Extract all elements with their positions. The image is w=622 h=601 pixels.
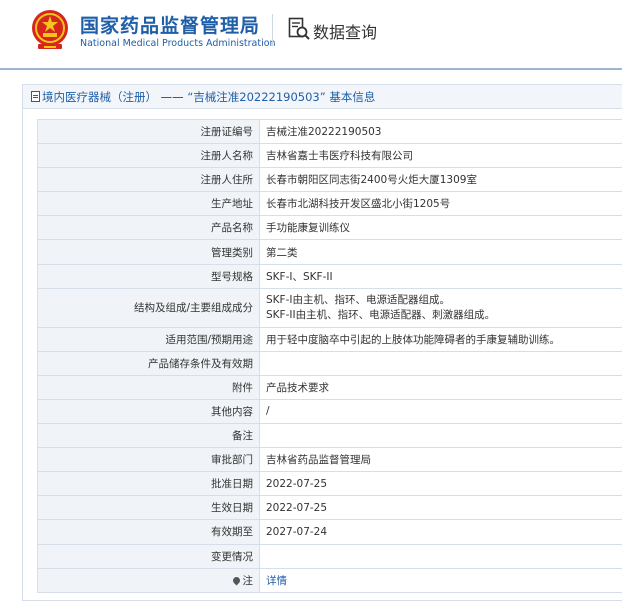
row-value: 产品技术要求 [259, 374, 622, 400]
table-row: 生效日期 2022-07-25 [37, 495, 622, 521]
row-value: 吉械注准20222190503 [259, 118, 622, 145]
row-value: / [259, 398, 622, 425]
table-row: 生产地址 长春市北湖科技开发区盛北小街1205号 [37, 191, 622, 217]
row-label: 备注 [37, 423, 260, 449]
row-value: SKF-I由主机、指环、电源适配器组成。 SKF-II由主机、指环、电源适配器、… [259, 287, 622, 328]
row-value [259, 543, 622, 569]
data-query-icon [288, 17, 310, 40]
table-row: 注册人住所 长春市朝阳区同志街2400号火炬大厦1309室 [37, 167, 622, 193]
composition-line-2: SKF-II由主机、指环、电源适配器、刺激器组成。 [266, 308, 496, 321]
row-value: 吉林省嘉士韦医疗科技有限公司 [259, 143, 622, 169]
row-value: 用于轻中度脑卒中引起的上肢体功能障碍者的手康复辅助训练。 [259, 326, 622, 352]
row-label: 有效期至 [37, 519, 260, 545]
table-row: 备注 [37, 423, 622, 449]
row-value: 2022-07-25 [259, 495, 622, 521]
table-row: 附件 产品技术要求 [37, 374, 622, 400]
table-row: 结构及组成/主要组成成分 SKF-I由主机、指环、电源适配器组成。 SKF-II… [37, 287, 622, 328]
row-value: 吉林省药品监督管理局 [259, 447, 622, 473]
breadcrumb-separator: —— [157, 90, 188, 104]
row-label: 附件 [37, 374, 260, 400]
row-label: 注册证编号 [37, 118, 260, 145]
row-label: 变更情况 [37, 543, 260, 569]
table-row: 注 详情 [37, 567, 622, 593]
breadcrumb-category[interactable]: 境内医疗器械（注册） [42, 90, 157, 104]
breadcrumb-current: “吉械注准20222190503” 基本信息 [187, 90, 376, 104]
table-row: 产品储存条件及有效期 [37, 350, 622, 376]
row-value: 2022-07-25 [259, 471, 622, 497]
row-label: 审批部门 [37, 447, 260, 473]
row-label: 注册人名称 [37, 143, 260, 169]
card-title: 境内医疗器械（注册） —— “吉械注准20222190503” 基本信息 [23, 85, 622, 109]
row-label: 产品名称 [37, 215, 260, 241]
site-title-cn[interactable]: 国家药品监督管理局 [80, 11, 260, 38]
data-query-label[interactable]: 数据查询 [313, 19, 377, 43]
row-value: 手功能康复训练仪 [259, 215, 622, 241]
row-value: SKF-I、SKF-II [259, 263, 622, 289]
header-divider [272, 14, 273, 46]
row-label: 生产地址 [37, 191, 260, 217]
row-value: 长春市朝阳区同志街2400号火炬大厦1309室 [259, 167, 622, 193]
row-label: 注册人住所 [37, 167, 260, 193]
table-row: 管理类别 第二类 [37, 239, 622, 265]
table-row: 有效期至 2027-07-24 [37, 519, 622, 545]
note-label: 注 [242, 574, 254, 587]
composition-line-1: SKF-I由主机、指环、电源适配器组成。 [266, 293, 450, 306]
row-value: 详情 [259, 567, 622, 593]
table-row: 产品名称 手功能康复训练仪 [37, 215, 622, 241]
row-label: 结构及组成/主要组成成分 [37, 287, 260, 328]
header-rule [0, 68, 622, 70]
national-emblem-icon [32, 10, 68, 49]
row-label: 批准日期 [37, 471, 260, 497]
site-header: 国家药品监督管理局 National Medical Products Admi… [0, 0, 622, 62]
table-row: 注册人名称 吉林省嘉士韦医疗科技有限公司 [37, 143, 622, 169]
row-label: 型号规格 [37, 263, 260, 289]
table-row: 适用范围/预期用途 用于轻中度脑卒中引起的上肢体功能障碍者的手康复辅助训练。 [37, 326, 622, 352]
row-label: 注 [37, 567, 260, 593]
row-value: 长春市北湖科技开发区盛北小街1205号 [259, 191, 622, 217]
row-value [259, 423, 622, 449]
detail-card: 境内医疗器械（注册） —— “吉械注准20222190503” 基本信息 注册证… [22, 84, 622, 601]
row-value: 2027-07-24 [259, 519, 622, 545]
pin-icon [231, 575, 241, 586]
table-row: 审批部门 吉林省药品监督管理局 [37, 447, 622, 473]
table-row: 型号规格 SKF-I、SKF-II [37, 263, 622, 289]
row-label: 其他内容 [37, 398, 260, 425]
row-label: 管理类别 [37, 239, 260, 265]
site-title-en: National Medical Products Administration [80, 38, 276, 49]
row-label: 适用范围/预期用途 [37, 326, 260, 352]
table-row: 批准日期 2022-07-25 [37, 471, 622, 497]
table-row: 注册证编号 吉械注准20222190503 [37, 118, 622, 145]
info-table: 注册证编号 吉械注准20222190503 注册人名称 吉林省嘉士韦医疗科技有限… [37, 118, 622, 593]
row-value [259, 350, 622, 376]
row-label: 生效日期 [37, 495, 260, 521]
details-link[interactable]: 详情 [266, 575, 287, 587]
row-label: 产品储存条件及有效期 [37, 350, 260, 376]
row-value: 第二类 [259, 239, 622, 265]
table-row: 变更情况 [37, 543, 622, 569]
document-icon [31, 91, 40, 102]
table-row: 其他内容 / [37, 398, 622, 425]
